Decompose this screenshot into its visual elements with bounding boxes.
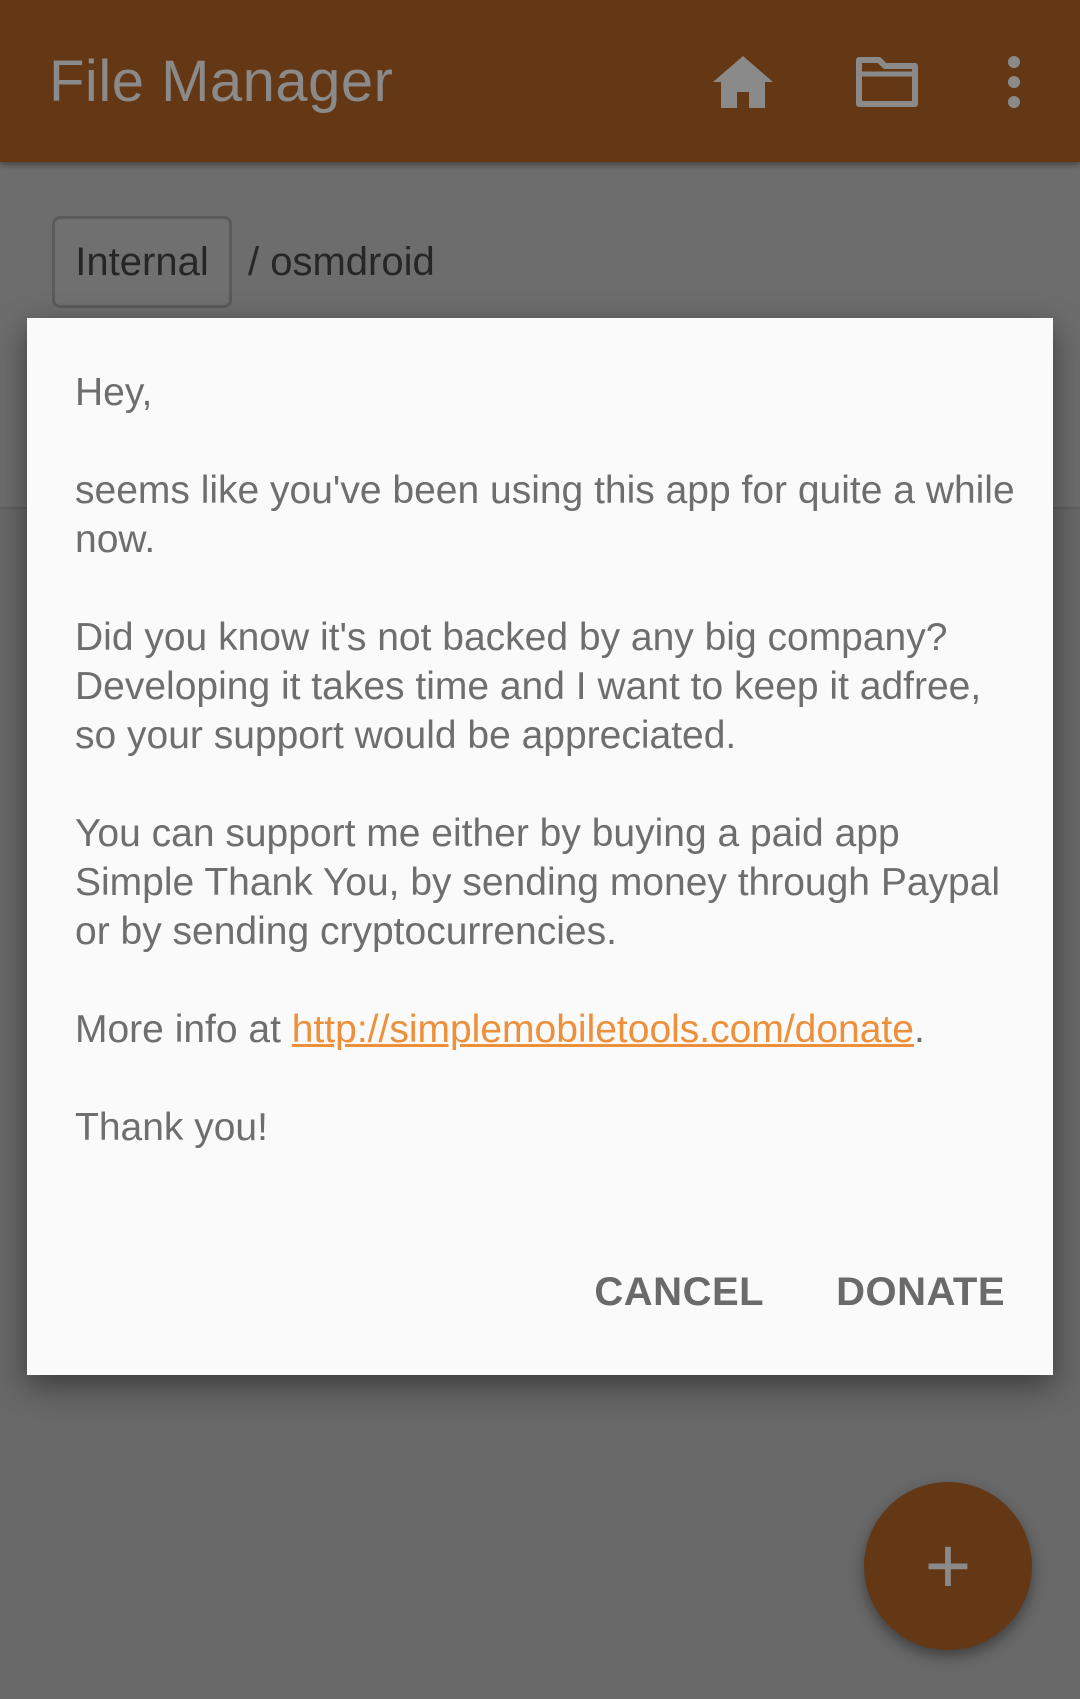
dialog-paragraph-options: You can support me either by buying a pa… [75,812,1001,953]
dialog-paragraph-usage: seems like you've been using this app fo… [75,469,1015,561]
breadcrumb-root-internal[interactable]: Internal [52,216,232,308]
donate-link[interactable]: http://simplemobiletools.com/donate [292,1008,914,1051]
dialog-more-info: More info at http://simplemobiletools.co… [75,1005,1015,1054]
home-icon[interactable] [707,46,779,118]
dialog-closing: Thank you! [75,1106,268,1149]
add-fab-button[interactable]: + [864,1482,1032,1650]
dialog-greeting: Hey, [75,371,153,414]
dialog-message: Hey, seems like you've been using this a… [75,368,1015,1201]
dialog-paragraph-support: Did you know it's not backed by any big … [75,616,982,757]
more-info-suffix: . [913,1008,925,1051]
more-vert-icon[interactable] [978,46,1050,118]
dialog-actions: CANCEL DONATE [594,1270,1005,1315]
donate-button[interactable]: DONATE [836,1270,1005,1315]
more-info-prefix: More info at [75,1008,292,1051]
toolbar: File Manager [0,0,1080,162]
app-root: File Manager Internal / osmdroid Hey, se… [0,0,1080,1699]
folder-icon[interactable] [851,46,923,118]
donate-dialog: Hey, seems like you've been using this a… [27,318,1053,1375]
toolbar-title: File Manager [49,49,394,114]
breadcrumb-path[interactable]: / osmdroid [248,240,435,285]
plus-icon: + [924,1521,972,1610]
cancel-button[interactable]: CANCEL [594,1270,764,1315]
